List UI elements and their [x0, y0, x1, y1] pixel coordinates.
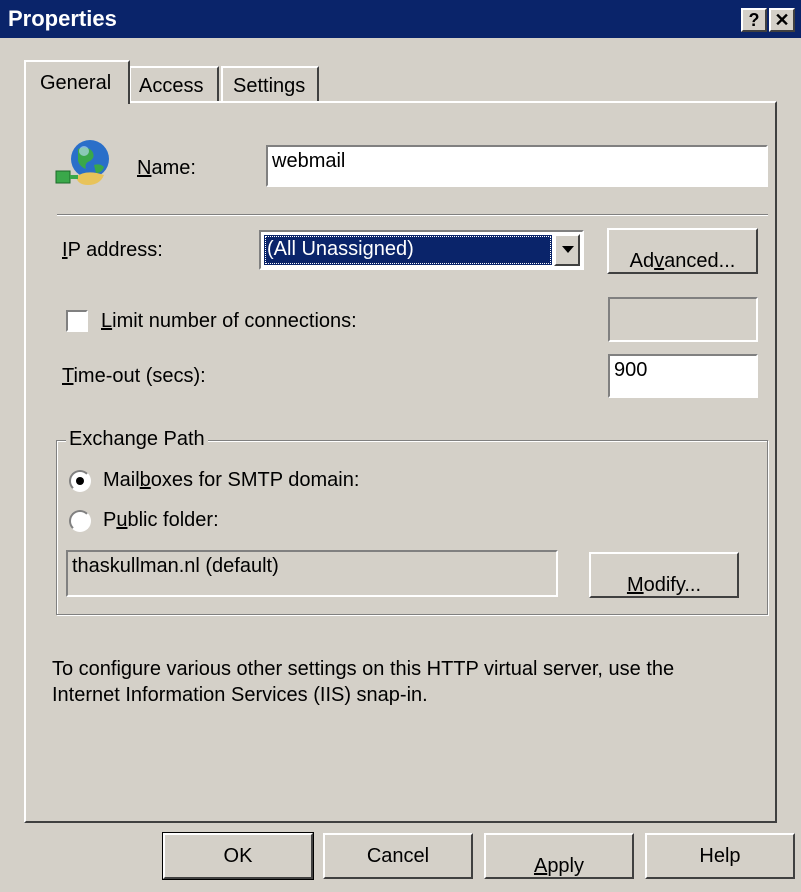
name-input[interactable]: webmail: [266, 145, 768, 187]
info-text-line2: Internet Information Services (IIS) snap…: [52, 684, 428, 706]
info-text-line1: To configure various other settings on t…: [52, 658, 675, 680]
timeout-input[interactable]: 900: [608, 354, 758, 398]
exchange-path-value: thaskullman.nl (default): [72, 555, 279, 577]
connections-limit-input: [608, 297, 758, 342]
limit-connections-label: Limit number of connections:: [101, 310, 357, 332]
cancel-button[interactable]: Cancel: [323, 833, 473, 879]
properties-dialog: Properties ? ✕ General Access Settings N…: [0, 0, 801, 892]
ip-address-dropdown[interactable]: (All Unassigned): [259, 230, 584, 270]
public-folder-label: Public folder:: [103, 509, 219, 531]
exchange-path-title: Exchange Path: [66, 428, 208, 451]
ip-address-selected: (All Unassigned): [264, 235, 552, 265]
name-label: Name:: [137, 157, 196, 179]
ip-address-label: IP address:: [62, 239, 163, 261]
help-button[interactable]: Help: [645, 833, 795, 879]
separator-line: [57, 214, 768, 216]
apply-button[interactable]: Apply: [484, 833, 634, 879]
mailboxes-label: Mailboxes for SMTP domain:: [103, 469, 360, 491]
modify-button[interactable]: Modify...: [589, 552, 739, 598]
timeout-input-value: 900: [614, 359, 648, 381]
ok-button[interactable]: OK: [162, 832, 314, 880]
public-folder-radio[interactable]: [69, 510, 91, 532]
name-input-value: webmail: [272, 150, 346, 172]
chevron-down-icon[interactable]: [554, 234, 580, 266]
mailboxes-radio[interactable]: [69, 470, 91, 492]
limit-connections-checkbox[interactable]: [66, 310, 88, 332]
advanced-button[interactable]: Advanced...: [607, 228, 758, 274]
exchange-path-input: thaskullman.nl (default): [66, 550, 558, 597]
web-server-globe-icon: [55, 140, 109, 185]
timeout-label: Time-out (secs):: [62, 365, 206, 387]
